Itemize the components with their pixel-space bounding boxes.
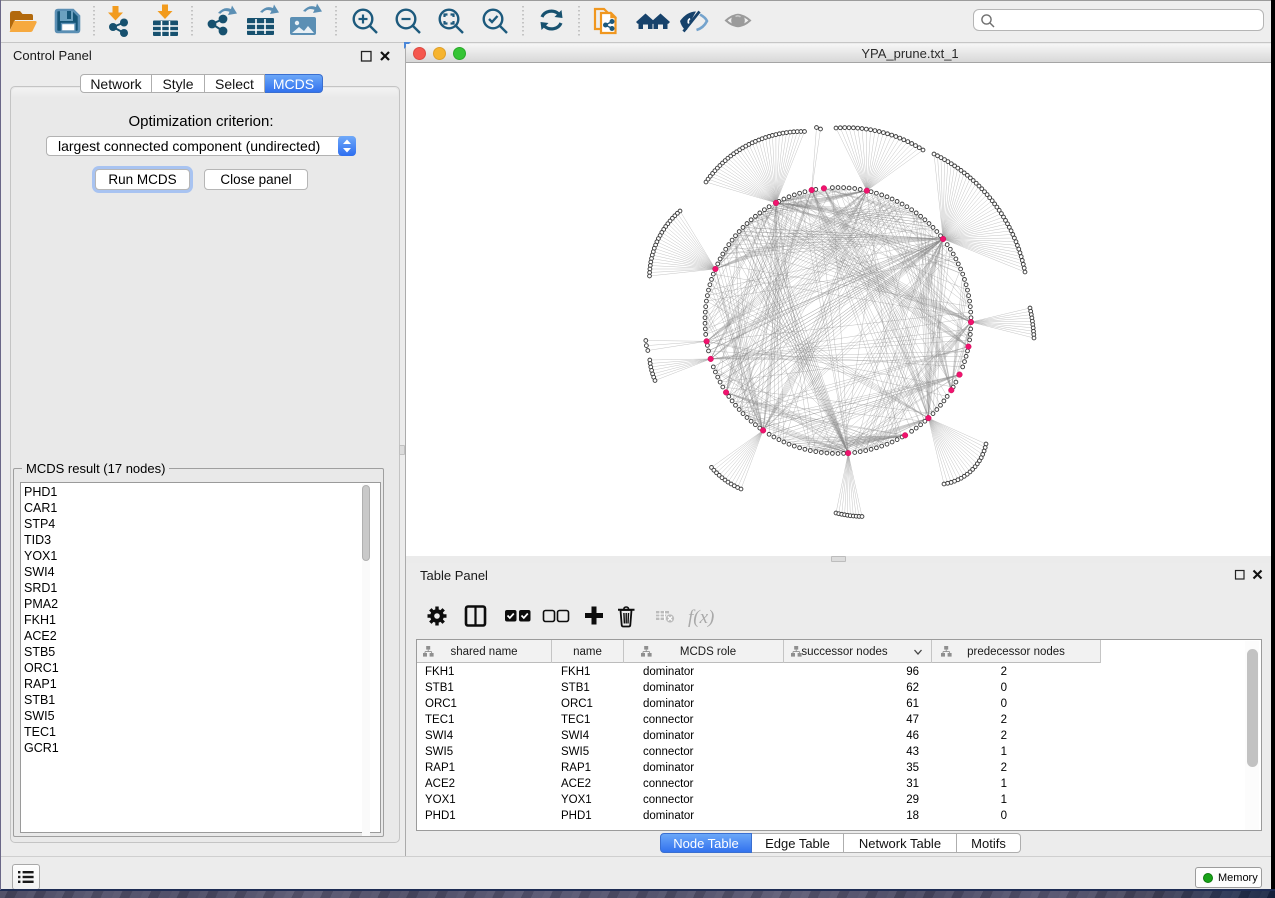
svg-text:f(x): f(x) [688,607,714,628]
